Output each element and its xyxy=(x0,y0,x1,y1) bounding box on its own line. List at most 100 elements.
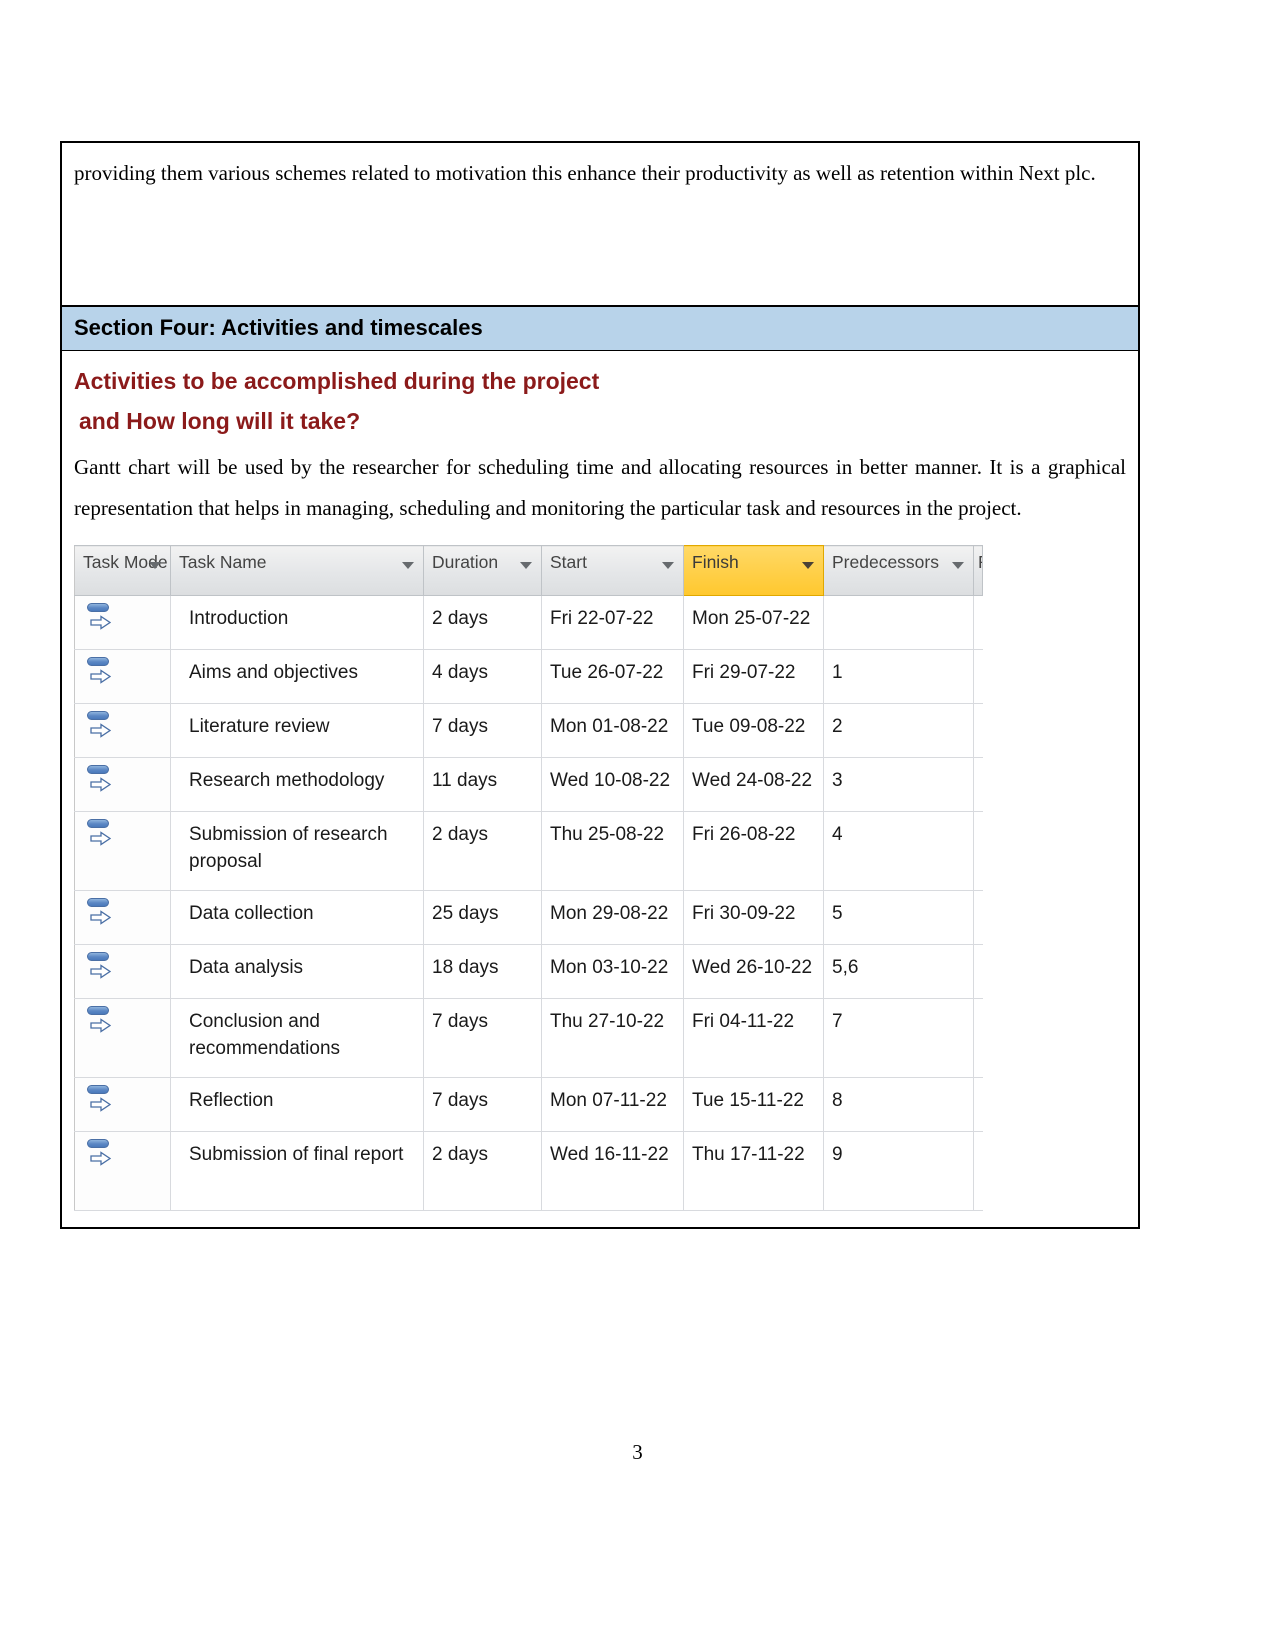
task-finish-cell: Wed 26-10-22 xyxy=(683,944,824,999)
column-header-start[interactable]: Start xyxy=(541,545,684,596)
task-mode-cell[interactable] xyxy=(74,595,171,650)
column-header-duration[interactable]: Duration xyxy=(423,545,542,596)
task-predecessors-cell: 5,6 xyxy=(823,944,974,999)
intro-paragraph-cell: providing them various schemes related t… xyxy=(62,143,1138,307)
column-header-predecessors[interactable]: Predecessors xyxy=(823,545,974,596)
document-outer-table: providing them various schemes related t… xyxy=(60,141,1140,1229)
table-row[interactable]: Aims and objectives 4 days Tue 26-07-22 … xyxy=(74,649,983,704)
task-resource-cell xyxy=(973,595,983,650)
activities-heading-line-1: Activities to be accomplished during the… xyxy=(74,368,600,394)
auto-scheduled-icon xyxy=(87,711,113,741)
task-finish-cell: Fri 04-11-22 xyxy=(683,998,824,1078)
filter-caret-icon[interactable] xyxy=(520,562,532,569)
task-start-cell: Mon 01-08-22 xyxy=(541,703,684,758)
task-start-cell: Thu 25-08-22 xyxy=(541,811,684,891)
task-duration-cell: 2 days xyxy=(423,595,542,650)
filter-caret-icon[interactable] xyxy=(802,562,814,569)
filter-caret-icon[interactable] xyxy=(952,562,964,569)
task-mode-cell[interactable] xyxy=(74,811,171,891)
task-mode-cell[interactable] xyxy=(74,1131,171,1211)
task-predecessors-cell: 3 xyxy=(823,757,974,812)
arrow-right-outline-icon xyxy=(90,1097,111,1112)
task-start-cell: Mon 03-10-22 xyxy=(541,944,684,999)
task-start-cell: Fri 22-07-22 xyxy=(541,595,684,650)
table-row[interactable]: Conclusion and recommendations 7 days Th… xyxy=(74,998,983,1078)
task-start-cell: Tue 26-07-22 xyxy=(541,649,684,704)
task-start-cell: Mon 29-08-22 xyxy=(541,890,684,945)
table-row[interactable]: Research methodology 11 days Wed 10-08-2… xyxy=(74,757,983,812)
task-duration-cell: 25 days xyxy=(423,890,542,945)
arrow-right-outline-icon xyxy=(90,910,111,925)
task-mode-cell[interactable] xyxy=(74,1077,171,1132)
auto-scheduled-icon xyxy=(87,898,113,928)
task-resource-cell xyxy=(973,1131,983,1211)
task-mode-cell[interactable] xyxy=(74,703,171,758)
column-header-start-label: Start xyxy=(550,552,587,572)
task-resource-cell xyxy=(973,890,983,945)
table-row[interactable]: Introduction 2 days Fri 22-07-22 Mon 25-… xyxy=(74,595,983,650)
arrow-right-outline-icon xyxy=(90,1151,111,1166)
body-content-cell: Activities to be accomplished during the… xyxy=(62,351,1138,1227)
column-header-task-name[interactable]: Task Name xyxy=(170,545,424,596)
task-name-cell: Submission of research proposal xyxy=(170,811,424,891)
task-mode-cell[interactable] xyxy=(74,890,171,945)
task-duration-cell: 2 days xyxy=(423,1131,542,1211)
auto-scheduled-icon xyxy=(87,603,113,633)
intro-paragraph: providing them various schemes related t… xyxy=(74,161,1096,185)
task-resource-cell xyxy=(973,649,983,704)
task-mode-cell[interactable] xyxy=(74,998,171,1078)
task-name-cell: Introduction xyxy=(170,595,424,650)
task-finish-cell: Mon 25-07-22 xyxy=(683,595,824,650)
task-mode-cell[interactable] xyxy=(74,757,171,812)
arrow-right-outline-icon xyxy=(90,777,111,792)
task-start-cell: Wed 16-11-22 xyxy=(541,1131,684,1211)
task-name-cell: Research methodology xyxy=(170,757,424,812)
column-header-task-mode[interactable]: Task Mode xyxy=(74,545,171,596)
task-resource-cell xyxy=(973,757,983,812)
task-predecessors-cell: 4 xyxy=(823,811,974,891)
task-duration-cell: 7 days xyxy=(423,998,542,1078)
arrow-right-outline-icon xyxy=(90,1018,111,1033)
section-heading-band: Section Four: Activities and timescales xyxy=(62,307,1138,351)
column-header-duration-label: Duration xyxy=(432,552,499,572)
arrow-right-outline-icon xyxy=(90,964,111,979)
table-row[interactable]: Reflection 7 days Mon 07-11-22 Tue 15-11… xyxy=(74,1077,983,1132)
task-finish-cell: Fri 26-08-22 xyxy=(683,811,824,891)
arrow-right-outline-icon xyxy=(90,615,111,630)
auto-scheduled-icon xyxy=(87,819,113,849)
filter-caret-icon[interactable] xyxy=(662,562,674,569)
task-resource-cell xyxy=(973,998,983,1078)
task-start-cell: Wed 10-08-22 xyxy=(541,757,684,812)
task-predecessors-cell: 2 xyxy=(823,703,974,758)
auto-scheduled-icon xyxy=(87,1139,113,1169)
table-row[interactable]: Submission of research proposal 2 days T… xyxy=(74,811,983,891)
task-predecessors-cell: 1 xyxy=(823,649,974,704)
table-row[interactable]: Literature review 7 days Mon 01-08-22 Tu… xyxy=(74,703,983,758)
arrow-right-outline-icon xyxy=(90,669,111,684)
task-finish-cell: Fri 30-09-22 xyxy=(683,890,824,945)
activities-heading-line-2: and How long will it take? xyxy=(79,408,361,434)
table-row[interactable]: Submission of final report 2 days Wed 16… xyxy=(74,1131,983,1211)
task-name-cell: Literature review xyxy=(170,703,424,758)
table-row[interactable]: Data collection 25 days Mon 29-08-22 Fri… xyxy=(74,890,983,945)
task-start-cell: Thu 27-10-22 xyxy=(541,998,684,1078)
section-heading-text: Section Four: Activities and timescales xyxy=(74,315,483,340)
column-header-finish[interactable]: Finish xyxy=(683,545,824,596)
task-mode-cell[interactable] xyxy=(74,944,171,999)
auto-scheduled-icon xyxy=(87,657,113,687)
task-name-cell: Aims and objectives xyxy=(170,649,424,704)
task-finish-cell: Tue 15-11-22 xyxy=(683,1077,824,1132)
table-row[interactable]: Data analysis 18 days Mon 03-10-22 Wed 2… xyxy=(74,944,983,999)
filter-caret-icon[interactable] xyxy=(402,562,414,569)
task-mode-cell[interactable] xyxy=(74,649,171,704)
task-name-cell: Reflection xyxy=(170,1077,424,1132)
task-duration-cell: 11 days xyxy=(423,757,542,812)
filter-caret-icon[interactable] xyxy=(149,562,161,569)
gantt-header-row: Task Mode Task Name Duration Start Finis… xyxy=(74,545,983,596)
column-header-resource-names-label: R xyxy=(978,552,982,572)
task-predecessors-cell: 5 xyxy=(823,890,974,945)
task-resource-cell xyxy=(973,703,983,758)
document-page: providing them various schemes related t… xyxy=(0,0,1275,1650)
gantt-description-paragraph: Gantt chart will be used by the research… xyxy=(74,455,1126,520)
column-header-resource-names-truncated[interactable]: R xyxy=(973,545,983,596)
